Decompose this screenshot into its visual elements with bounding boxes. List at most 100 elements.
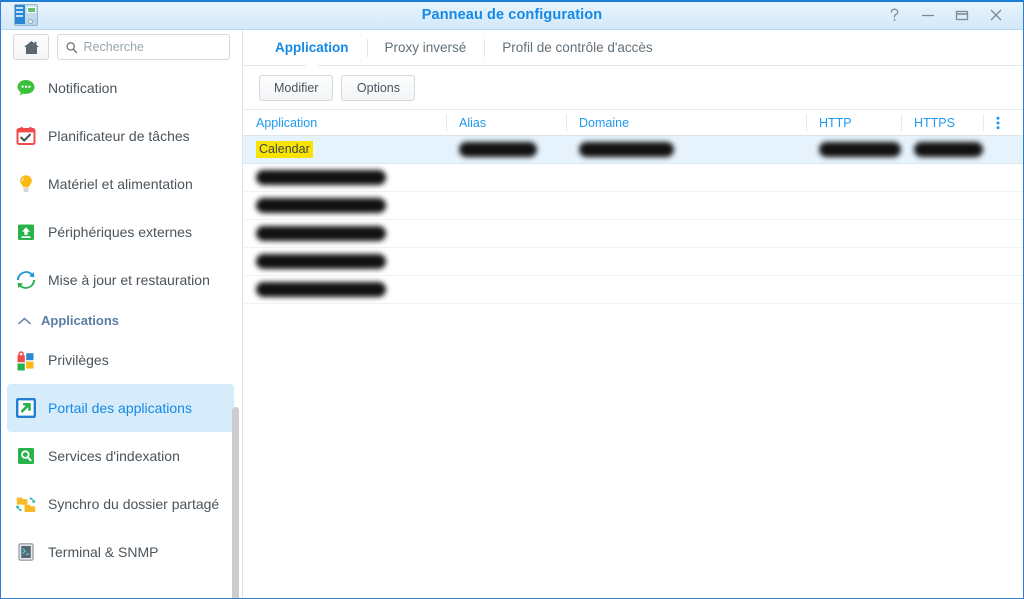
chevron-up-icon (18, 313, 31, 328)
cell-https[interactable] (901, 220, 983, 247)
options-button[interactable]: Options (341, 74, 416, 101)
cell-alias[interactable] (446, 276, 566, 303)
table-header-row: Application Alias Domaine HTTP HTTPS (243, 109, 1023, 136)
sidebar-item-label: Services d'indexation (48, 448, 180, 464)
sidebar-item-label: Périphériques externes (48, 224, 192, 240)
column-header-domaine[interactable]: Domaine (566, 110, 806, 135)
sidebar-scrollbar[interactable] (232, 407, 239, 598)
column-header-https[interactable]: HTTPS (901, 110, 983, 135)
redacted-value (459, 142, 537, 157)
chat-bubble-icon (15, 77, 37, 99)
table-row[interactable] (243, 276, 1023, 304)
more-options-icon[interactable] (983, 110, 1023, 135)
table-row[interactable] (243, 192, 1023, 220)
sidebar-section-applications[interactable]: Applications (1, 304, 242, 336)
sidebar-item-label: Notification (48, 80, 118, 96)
tab-access-control-profile[interactable]: Profil de contrôle d'accès (484, 31, 670, 65)
cell-alias[interactable] (446, 164, 566, 191)
cell-alias[interactable] (446, 192, 566, 219)
sidebar-item-update-restore[interactable]: Mise à jour et restauration (1, 256, 242, 304)
terminal-icon (15, 541, 37, 563)
table-row[interactable] (243, 220, 1023, 248)
sidebar: Notification Planificateur de tâches (1, 30, 243, 598)
cell-http[interactable] (806, 164, 901, 191)
sidebar-item-terminal-snmp[interactable]: Terminal & SNMP (1, 528, 242, 576)
sidebar-item-privileges[interactable]: Privilèges (1, 336, 242, 384)
cell-application[interactable] (243, 276, 446, 303)
cell-application[interactable] (243, 192, 446, 219)
sidebar-item-hardware-power[interactable]: Matériel et alimentation (1, 160, 242, 208)
sidebar-item-shared-folder-sync[interactable]: Synchro du dossier partagé (1, 480, 242, 528)
control-panel-icon (14, 4, 38, 26)
cell-http[interactable] (806, 248, 901, 275)
home-icon (23, 40, 39, 54)
cell-domaine[interactable] (566, 276, 806, 303)
redacted-value (256, 254, 386, 269)
cell-domaine[interactable] (566, 248, 806, 275)
cell-http[interactable] (806, 192, 901, 219)
sidebar-item-external-devices[interactable]: Périphériques externes (1, 208, 242, 256)
cell-http[interactable] (806, 220, 901, 247)
sidebar-item-application-portal[interactable]: Portail des applications (7, 384, 234, 432)
column-header-application[interactable]: Application (243, 110, 446, 135)
search-box[interactable] (57, 34, 230, 60)
cell-https[interactable] (901, 192, 983, 219)
cell-https[interactable] (901, 136, 983, 163)
cell-domaine[interactable] (566, 164, 806, 191)
sidebar-section-label: Applications (41, 312, 120, 328)
cell-http[interactable] (806, 276, 901, 303)
window-controls (877, 0, 1023, 29)
tab-bar: Application Proxy inversé Profil de cont… (243, 30, 1023, 66)
maximize-button[interactable] (945, 0, 979, 30)
cell-alias[interactable] (446, 220, 566, 247)
sidebar-item-label: Planificateur de tâches (48, 128, 190, 144)
sidebar-item-notification[interactable]: Notification (1, 64, 242, 112)
search-icon (66, 41, 78, 53)
redacted-value (256, 198, 386, 213)
edit-button[interactable]: Modifier (259, 74, 334, 101)
cell-domaine[interactable] (566, 136, 806, 163)
control-panel-window: Panneau de configuration Recherche Notif… (0, 0, 1024, 599)
cell-application[interactable] (243, 248, 446, 275)
usb-upload-icon (15, 221, 37, 243)
cell-domaine[interactable] (566, 220, 806, 247)
search-input[interactable] (83, 40, 221, 54)
cell-application[interactable] (243, 220, 446, 247)
cell-http[interactable] (806, 136, 901, 163)
home-button[interactable] (13, 34, 49, 60)
redacted-value (256, 170, 386, 185)
table-row[interactable] (243, 164, 1023, 192)
cell-alias[interactable] (446, 248, 566, 275)
help-button[interactable] (877, 0, 911, 30)
sidebar-nav-list: Notification Planificateur de tâches Mat… (1, 64, 242, 598)
minimize-button[interactable] (911, 0, 945, 30)
cell-application[interactable]: Calendar (243, 136, 446, 163)
lightbulb-icon (15, 173, 37, 195)
sidebar-item-indexing-service[interactable]: Services d'indexation (1, 432, 242, 480)
redacted-value (579, 142, 674, 157)
tab-application[interactable]: Application (257, 31, 367, 65)
cell-alias[interactable] (446, 136, 566, 163)
table-row[interactable]: Calendar (243, 136, 1023, 164)
close-button[interactable] (979, 0, 1013, 30)
table-row[interactable] (243, 248, 1023, 276)
toolbar: Modifier Options (243, 66, 1023, 109)
column-header-http[interactable]: HTTP (806, 110, 901, 135)
cell-https[interactable] (901, 164, 983, 191)
sidebar-item-label: Mise à jour et restauration (48, 271, 210, 288)
cell-application[interactable] (243, 164, 446, 191)
column-header-alias[interactable]: Alias (446, 110, 566, 135)
redacted-value (256, 226, 386, 241)
index-search-icon (15, 445, 37, 467)
main-content: Application Proxy inversé Profil de cont… (243, 30, 1023, 598)
sidebar-item-label: Terminal & SNMP (48, 544, 159, 560)
cell-https[interactable] (901, 276, 983, 303)
sidebar-item-task-scheduler[interactable]: Planificateur de tâches (1, 112, 242, 160)
task-calendar-icon (15, 125, 37, 147)
cell-domaine[interactable] (566, 192, 806, 219)
cell-https[interactable] (901, 248, 983, 275)
sidebar-item-label: Portail des applications (48, 400, 192, 416)
sidebar-item-label: Matériel et alimentation (48, 176, 193, 192)
tab-reverse-proxy[interactable]: Proxy inversé (366, 31, 485, 65)
redacted-value (819, 142, 901, 157)
